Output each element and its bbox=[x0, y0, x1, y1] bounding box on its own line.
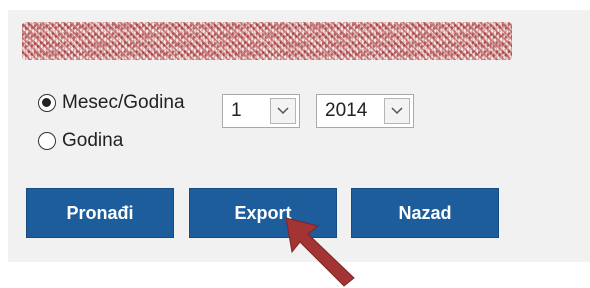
chevron-down-icon[interactable] bbox=[270, 98, 296, 124]
find-button[interactable]: Pronađi bbox=[26, 188, 174, 238]
chevron-down-glyph bbox=[391, 107, 403, 115]
month-select-value: 1 bbox=[231, 100, 242, 121]
year-select-value: 2014 bbox=[325, 100, 368, 121]
back-button[interactable]: Nazad bbox=[351, 188, 499, 238]
year-select[interactable]: 2014 bbox=[316, 94, 414, 128]
chevron-down-glyph bbox=[277, 107, 289, 115]
redacted-header bbox=[22, 22, 512, 60]
chevron-down-icon[interactable] bbox=[384, 98, 410, 124]
radio-year-option[interactable]: Godina bbox=[38, 130, 123, 152]
red-arrow-annotation bbox=[285, 217, 355, 287]
radio-month-year-label: Mesec/Godina bbox=[62, 92, 185, 113]
redaction-noise bbox=[22, 22, 512, 60]
radio-year-label: Godina bbox=[62, 130, 124, 151]
radio-year[interactable] bbox=[38, 132, 56, 150]
month-select[interactable]: 1 bbox=[222, 94, 300, 128]
radio-month-year-option[interactable]: Mesec/Godina bbox=[38, 92, 185, 114]
radio-month-year[interactable] bbox=[38, 94, 56, 112]
